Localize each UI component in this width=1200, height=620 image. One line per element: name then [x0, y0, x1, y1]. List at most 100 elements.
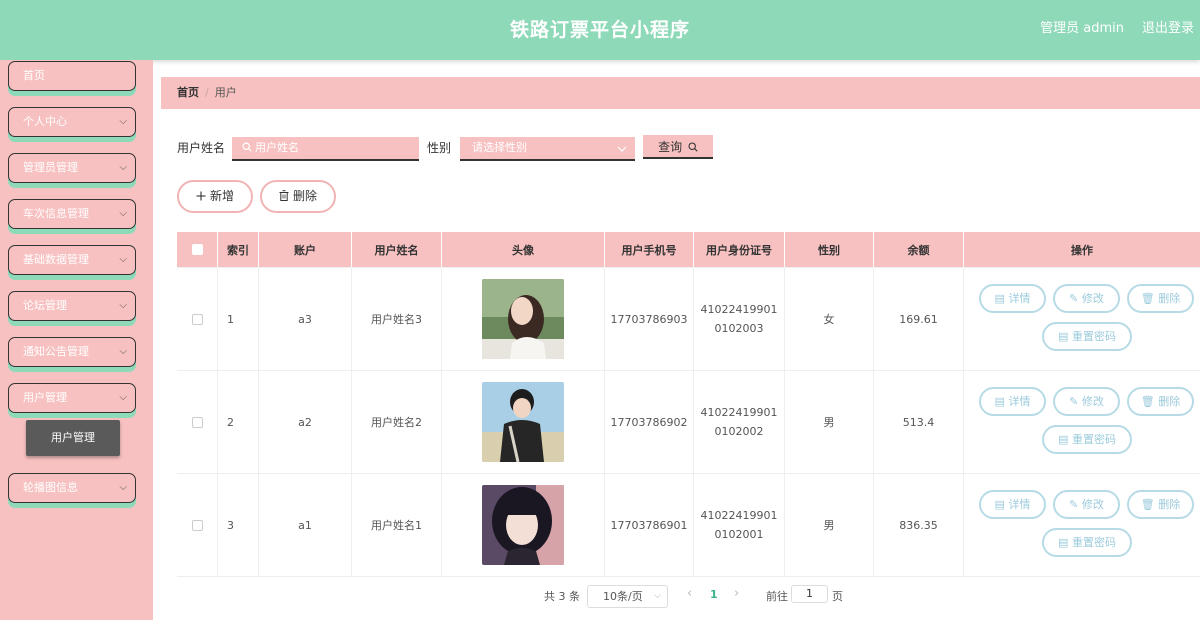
select-all-cell — [177, 232, 218, 267]
avatar-cell — [442, 268, 605, 370]
next-page-button[interactable]: › — [734, 586, 739, 601]
row-checkbox[interactable] — [191, 519, 203, 531]
sidebar-item-notice[interactable]: 通知公告管理 ⌵ — [8, 337, 136, 367]
delete-label: 删除 — [1158, 395, 1181, 408]
trash-icon: 🗑 — [1140, 498, 1155, 511]
sidebar-item-personal-center[interactable]: 个人中心 ⌵ — [8, 107, 136, 137]
chevron-down-icon — [617, 146, 627, 152]
breadcrumb: 首页 / 用户 — [161, 77, 1200, 109]
edit-label: 修改 — [1081, 395, 1104, 408]
sidebar-item-label: 首页 — [23, 69, 45, 82]
id-card-part: 41022419901 — [700, 303, 778, 316]
sidebar-item-carousel[interactable]: 轮播图信息 ⌵ — [8, 473, 136, 503]
sidebar-item-label: 轮播图信息 — [23, 481, 78, 494]
query-button[interactable]: 查询 — [643, 135, 713, 159]
edit-button[interactable]: ✎ 修改 — [1053, 387, 1120, 416]
app-title: 铁路订票平台小程序 — [509, 19, 690, 41]
name-search-input[interactable]: 用户姓名 — [232, 137, 419, 161]
delete-button[interactable]: 🗑 删除 — [1127, 490, 1194, 519]
phone-cell: 17703786901 — [605, 474, 694, 576]
admin-username: 管理员 admin — [1040, 21, 1124, 36]
detail-button[interactable]: ▤ 详情 — [979, 490, 1046, 519]
edit-button[interactable]: ✎ 修改 — [1053, 284, 1120, 313]
delete-button[interactable]: 🗑 删除 — [1127, 284, 1194, 313]
sidebar: 首页 个人中心 ⌵ 管理员管理 ⌵ 车次信息管理 ⌵ 基础数据管理 ⌵ 论坛管理 ⌵ 通知… — [0, 60, 153, 620]
sidebar-item-label: 论坛管理 — [23, 299, 67, 312]
detail-button[interactable]: ▤ 详情 — [979, 284, 1046, 313]
table-header: 索引 账户 用户姓名 头像 用户手机号 用户身份证号 性别 余额 操作 — [177, 232, 1200, 268]
index-cell: 1 — [218, 268, 259, 370]
reset-password-button[interactable]: ▤ 重置密码 — [1042, 322, 1132, 351]
gender-select[interactable]: 请选择性别 — [460, 137, 635, 161]
edit-button[interactable]: ✎ 修改 — [1053, 490, 1120, 519]
sidebar-item-user-manage[interactable]: 用户管理 ⌵ — [8, 383, 136, 413]
select-all-checkbox[interactable] — [191, 244, 203, 255]
query-button-label: 查询 — [658, 140, 683, 154]
top-header: 铁路订票平台小程序 管理员 admin 退出登录 — [0, 0, 1200, 60]
plus-icon — [196, 191, 206, 201]
detail-button[interactable]: ▤ 详情 — [979, 387, 1046, 416]
avatar-cell — [442, 474, 605, 576]
logout-link[interactable]: 退出登录 — [1142, 0, 1194, 58]
delete-button[interactable]: 🗑 删除 — [1127, 387, 1194, 416]
row-checkbox[interactable] — [191, 313, 203, 325]
id-card-cell: 41022419901 0102003 — [694, 268, 785, 370]
row-checkbox[interactable] — [191, 416, 203, 428]
id-card-part: 0102003 — [714, 322, 764, 335]
index-cell: 3 — [218, 474, 259, 576]
name-cell: 用户姓名1 — [352, 474, 442, 576]
breadcrumb-home[interactable]: 首页 — [177, 86, 199, 99]
sidebar-item-base-data[interactable]: 基础数据管理 ⌵ — [8, 245, 136, 275]
delete-label: 删除 — [1158, 498, 1181, 511]
id-card-part: 0102001 — [714, 528, 764, 541]
search-icon — [242, 142, 252, 152]
sidebar-item-forum[interactable]: 论坛管理 ⌵ — [8, 291, 136, 321]
avatar — [482, 485, 564, 565]
detail-label: 详情 — [1008, 292, 1031, 305]
batch-delete-button[interactable]: 删除 — [260, 180, 336, 213]
add-button[interactable]: 新增 — [177, 180, 253, 213]
avatar-image — [482, 382, 564, 462]
sidebar-item-train-info[interactable]: 车次信息管理 ⌵ — [8, 199, 136, 229]
ops-cell: ▤ 详情 ✎ 修改 🗑 删除 ▤ 重置密码 — [964, 474, 1200, 576]
add-button-label: 新增 — [209, 189, 234, 203]
table-row: 3 a1 用户姓名1 17703786901 41022419901 010200… — [177, 474, 1200, 577]
index-cell: 2 — [218, 371, 259, 473]
search-icon — [688, 142, 698, 152]
table-row: 2 a2 用户姓名2 17703786902 41022419901 010200… — [177, 371, 1200, 474]
page-size-select[interactable]: 10条/页 ⌵ — [587, 585, 668, 608]
name-cell: 用户姓名3 — [352, 268, 442, 370]
gender-cell: 男 — [785, 371, 874, 473]
col-header: 用户姓名 — [352, 232, 442, 267]
pencil-icon: ✎ — [1069, 498, 1079, 511]
balance-cell: 836.35 — [874, 474, 964, 576]
current-page[interactable]: 1 — [710, 588, 718, 601]
col-header: 头像 — [442, 232, 605, 267]
name-filter-label: 用户姓名 — [177, 141, 226, 155]
id-card-part: 0102002 — [714, 425, 764, 438]
reset-password-button[interactable]: ▤ 重置密码 — [1042, 425, 1132, 454]
account-cell: a1 — [259, 474, 352, 576]
total-count: 共 3 条 — [544, 590, 580, 603]
phone-cell: 17703786902 — [605, 371, 694, 473]
detail-label: 详情 — [1008, 498, 1031, 511]
goto-page-input[interactable]: 1 — [791, 585, 828, 603]
sidebar-item-home[interactable]: 首页 — [8, 61, 136, 91]
col-header: 操作 — [1071, 243, 1093, 257]
sidebar-item-admin-manage[interactable]: 管理员管理 ⌵ — [8, 153, 136, 183]
sidebar-item-label: 管理员管理 — [23, 161, 78, 174]
reset-password-button[interactable]: ▤ 重置密码 — [1042, 528, 1132, 557]
avatar-image — [482, 485, 564, 565]
balance-cell: 513.4 — [874, 371, 964, 473]
chevron-down-icon: ⌵ — [119, 346, 127, 357]
name-search-placeholder: 用户姓名 — [255, 141, 299, 154]
prev-page-button[interactable]: ‹ — [687, 586, 692, 601]
col-header: 余额 — [874, 232, 964, 267]
chevron-down-icon: ⌵ — [119, 208, 127, 219]
sidebar-subitem-user-manage[interactable]: 用户管理 — [26, 420, 120, 456]
chevron-down-icon: ⌵ — [119, 162, 127, 173]
row-select-cell — [177, 474, 218, 576]
id-card-cell: 41022419901 0102002 — [694, 371, 785, 473]
gender-cell: 女 — [785, 268, 874, 370]
chevron-down-icon: ⌵ — [119, 116, 127, 127]
